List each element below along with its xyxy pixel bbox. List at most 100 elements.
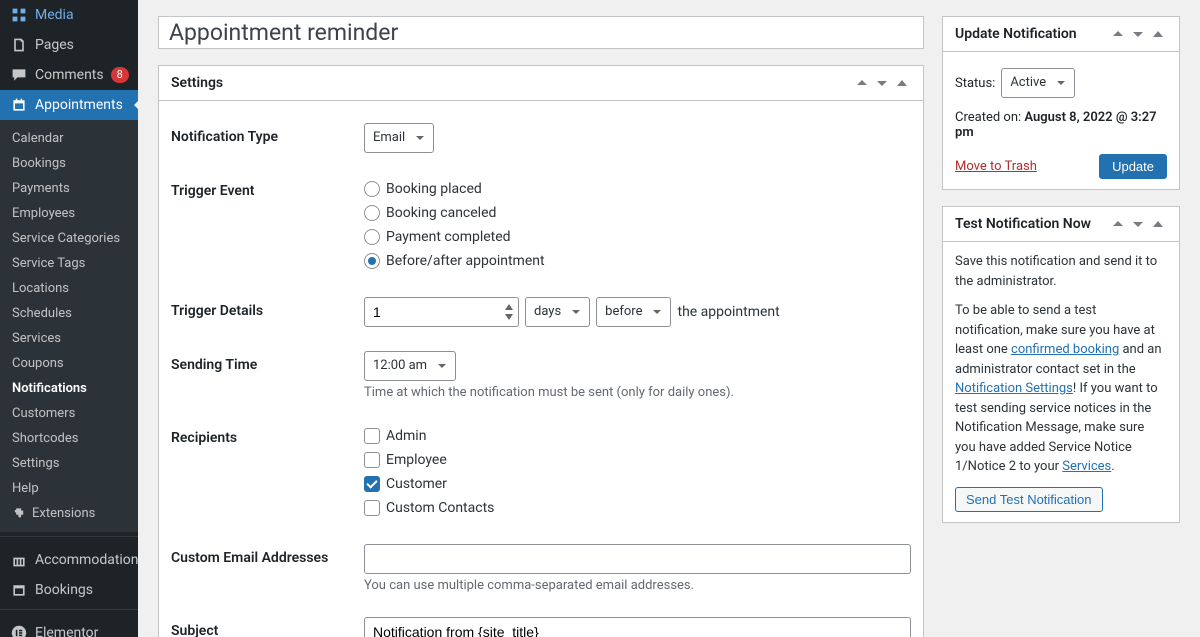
submenu-coupons[interactable]: Coupons (0, 351, 138, 376)
update-notification-panel: Update Notification Status: Active Creat… (942, 16, 1180, 190)
radio-icon (364, 181, 380, 197)
panel-collapse-icon[interactable] (1149, 25, 1167, 43)
sidebar-item-bookings2[interactable]: Bookings (0, 575, 138, 605)
page-title: Appointment reminder (169, 19, 913, 46)
trigger-suffix: the appointment (677, 304, 779, 320)
sidebar-label: Pages (35, 37, 74, 53)
subject-label: Subject (171, 617, 364, 637)
notification-type-label: Notification Type (171, 123, 364, 153)
building-icon (10, 552, 28, 568)
submenu-notifications[interactable]: Notifications (0, 376, 138, 401)
panel-down-icon[interactable] (873, 74, 891, 92)
sidebar-label: Bookings (35, 582, 93, 598)
submenu-help[interactable]: Help (0, 476, 138, 501)
title-box: Appointment reminder (158, 16, 924, 49)
panel-collapse-icon[interactable] (1149, 215, 1167, 233)
main-content: Appointment reminder Settings Notificati… (138, 0, 1200, 637)
checkbox-checked-icon (364, 476, 380, 492)
calendar-icon (10, 97, 28, 113)
sidebar-item-media[interactable]: Media (0, 0, 138, 30)
sidebar-label: Appointments (35, 97, 123, 113)
panel-up-icon[interactable] (853, 74, 871, 92)
radio-checked-icon (364, 253, 380, 269)
status-select[interactable]: Active (1001, 68, 1075, 98)
custom-email-label: Custom Email Addresses (171, 544, 364, 593)
sidebar-item-pages[interactable]: Pages (0, 30, 138, 60)
test-intro: Save this notification and send it to th… (955, 252, 1167, 291)
panel-header: Test Notification Now (943, 207, 1179, 242)
page-icon (10, 37, 28, 53)
submenu-locations[interactable]: Locations (0, 276, 138, 301)
sidebar-label: Accommodation (35, 552, 138, 568)
status-label: Status: (955, 76, 995, 91)
sidebar-item-appointments[interactable]: Appointments (0, 90, 138, 120)
media-icon (10, 7, 28, 23)
submenu-service-categories[interactable]: Service Categories (0, 226, 138, 251)
submenu-service-tags[interactable]: Service Tags (0, 251, 138, 276)
appointments-submenu: Calendar Bookings Payments Employees Ser… (0, 120, 138, 532)
submenu-services[interactable]: Services (0, 326, 138, 351)
radio-icon (364, 229, 380, 245)
update-button[interactable]: Update (1099, 154, 1167, 179)
submenu-bookings[interactable]: Bookings (0, 151, 138, 176)
settings-panel: Settings Notification Type Email (158, 65, 924, 637)
recipient-custom-checkbox[interactable]: Custom Contacts (364, 496, 911, 520)
trigger-booking-canceled-radio[interactable]: Booking canceled (364, 201, 911, 225)
panel-up-icon[interactable] (1109, 215, 1127, 233)
recipient-employee-checkbox[interactable]: Employee (364, 448, 911, 472)
trigger-before-after-radio[interactable]: Before/after appointment (364, 249, 911, 273)
submenu-settings[interactable]: Settings (0, 451, 138, 476)
sidebar-label: Comments (35, 67, 104, 83)
submenu-shortcodes[interactable]: Shortcodes (0, 426, 138, 451)
services-link[interactable]: Services (1062, 459, 1111, 474)
subject-input[interactable] (364, 617, 911, 637)
trigger-relation-select[interactable]: before (596, 297, 671, 327)
panel-up-icon[interactable] (1109, 25, 1127, 43)
recipient-admin-checkbox[interactable]: Admin (364, 424, 911, 448)
sidebar-separator (0, 536, 138, 541)
submenu-customers[interactable]: Customers (0, 401, 138, 426)
confirmed-booking-link[interactable]: confirmed booking (1011, 342, 1119, 357)
panel-header: Settings (159, 66, 923, 101)
panel-down-icon[interactable] (1129, 215, 1147, 233)
submenu-extensions[interactable]: Extensions (0, 501, 138, 526)
admin-sidebar: Media Pages Comments 8 Appointments Cale… (0, 0, 138, 637)
trigger-event-label: Trigger Event (171, 177, 364, 273)
trigger-booking-placed-radio[interactable]: Booking placed (364, 177, 911, 201)
checkbox-icon (364, 452, 380, 468)
sending-time-select[interactable]: 12:00 am (364, 351, 456, 381)
checkbox-icon (364, 428, 380, 444)
sidebar-item-comments[interactable]: Comments 8 (0, 60, 138, 90)
submenu-calendar[interactable]: Calendar (0, 126, 138, 151)
sidebar-item-accommodation[interactable]: Accommodation (0, 545, 138, 575)
created-label: Created on: (955, 110, 1021, 125)
panel-header: Update Notification (943, 17, 1179, 52)
panel-title: Settings (171, 75, 223, 91)
sidebar-item-elementor[interactable]: Elementor (0, 618, 138, 637)
stepper-down-icon[interactable] (502, 312, 516, 322)
panel-title: Update Notification (955, 26, 1077, 42)
test-notification-panel: Test Notification Now Save this notifica… (942, 206, 1180, 523)
submenu-payments[interactable]: Payments (0, 176, 138, 201)
custom-email-desc: You can use multiple comma-separated ema… (364, 578, 911, 593)
submenu-employees[interactable]: Employees (0, 201, 138, 226)
send-test-button[interactable]: Send Test Notification (955, 487, 1103, 512)
panel-down-icon[interactable] (1129, 25, 1147, 43)
recipient-customer-checkbox[interactable]: Customer (364, 472, 911, 496)
stepper-up-icon[interactable] (502, 302, 516, 312)
sending-time-label: Sending Time (171, 351, 364, 400)
radio-icon (364, 205, 380, 221)
panel-collapse-icon[interactable] (893, 74, 911, 92)
custom-email-input[interactable] (364, 544, 911, 574)
sidebar-label: Media (35, 7, 74, 23)
notification-type-select[interactable]: Email (364, 123, 434, 153)
trigger-details-label: Trigger Details (171, 297, 364, 327)
trigger-number-field[interactable] (373, 304, 502, 320)
move-to-trash-link[interactable]: Move to Trash (955, 159, 1037, 174)
sidebar-label: Elementor (35, 625, 98, 637)
submenu-schedules[interactable]: Schedules (0, 301, 138, 326)
trigger-unit-select[interactable]: days (525, 297, 590, 327)
trigger-payment-completed-radio[interactable]: Payment completed (364, 225, 911, 249)
notification-settings-link[interactable]: Notification Settings (955, 381, 1073, 396)
trigger-number-input[interactable] (364, 297, 519, 327)
